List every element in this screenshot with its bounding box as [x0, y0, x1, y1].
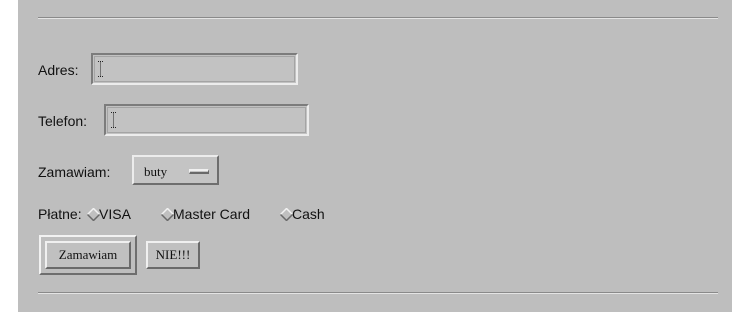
address-input[interactable]	[91, 53, 298, 85]
submit-order-button[interactable]: Zamawiam	[45, 241, 131, 269]
radio-master-card-label: Master Card	[173, 206, 251, 222]
radio-cash-label: Cash	[292, 206, 325, 222]
option-menu-indicator-icon	[189, 169, 209, 174]
bottom-separator	[38, 292, 718, 294]
text-cursor-icon	[98, 61, 104, 77]
product-select-value: buty	[144, 164, 168, 179]
phone-label: Telefon:	[38, 113, 88, 129]
order-form-panel: Adres: Telefon: Zamawiam: buty Płatne: V…	[18, 0, 732, 312]
payment-label: Płatne:	[38, 206, 82, 222]
address-label: Adres:	[38, 62, 79, 78]
order-label: Zamawiam:	[38, 164, 111, 180]
reset-button[interactable]: NIE!!!	[146, 241, 200, 269]
text-cursor-icon	[111, 112, 117, 128]
product-select[interactable]: buty	[132, 155, 219, 185]
radio-visa-label: VISA	[99, 206, 131, 222]
top-separator	[38, 17, 718, 19]
phone-input[interactable]	[104, 104, 309, 136]
